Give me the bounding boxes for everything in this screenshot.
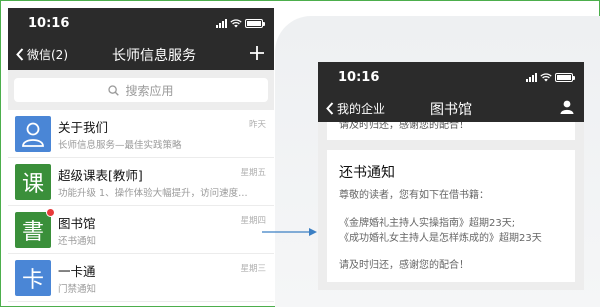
profile-icon[interactable] [560, 100, 574, 114]
signal-icon [526, 73, 537, 82]
avatar-glyph: 卡 [21, 268, 44, 293]
item-time: 昨天 [248, 120, 266, 130]
unread-badge [46, 208, 55, 217]
card-title: 还书通知 [339, 165, 395, 181]
item-time: 星期三 [240, 264, 266, 274]
battery-icon [555, 73, 575, 82]
back-label: 微信(2) [27, 48, 68, 62]
search-placeholder: 搜索应用 [125, 83, 174, 98]
item-name: 关于我们 [58, 120, 109, 135]
chevron-left-icon [16, 48, 24, 61]
status-time: 10:16 [28, 16, 70, 31]
avatar: 書 [15, 208, 55, 248]
list-item-library[interactable]: 書 图书馆 还书通知 星期四 [8, 206, 274, 254]
item-subtitle: 门禁通知 [58, 284, 97, 295]
list-item-card[interactable]: 卡 一卡通 门禁通知 星期三 [8, 254, 274, 302]
app-list: 关于我们 长师信息服务—最佳实践策略 昨天 课 超级课表[教师] 功能升级 1、… [8, 110, 274, 302]
book-line: 《成功婚礼女主持人是怎样炼成的》超期23天 [339, 233, 542, 244]
avatar: 卡 [15, 260, 51, 296]
nav-bar: 10:16 我的企业 图书馆 [318, 62, 584, 122]
item-time: 星期四 [240, 216, 266, 226]
notification-card[interactable]: 还书通知 尊敬的读者，您有如下在借书籍： 《金牌婚礼主持人实操指南》超期23天;… [327, 150, 575, 282]
avatar: 课 [15, 164, 51, 200]
previous-message-text: 请及时归还，感谢您的配合！ [339, 122, 469, 131]
item-subtitle: 还书通知 [58, 236, 97, 247]
chevron-left-icon [326, 102, 334, 115]
status-time: 10:16 [338, 70, 380, 85]
avatar [15, 116, 51, 152]
status-indicators [526, 73, 575, 82]
back-label: 我的企业 [337, 102, 386, 116]
book-line: 《金牌婚礼主持人实操指南》超期23天; [339, 218, 516, 229]
card-closing: 请及时归还，感谢您的配合！ [339, 260, 469, 271]
back-button[interactable]: 微信(2) [16, 46, 68, 63]
app-list-screen: 10:16 微信(2) 长师信息服务 搜索应用 关于我们 长师信息服务—最佳实践… [8, 8, 274, 302]
back-button[interactable]: 我的企业 [326, 100, 385, 117]
wifi-icon [540, 73, 552, 82]
item-name: 一卡通 [58, 264, 96, 279]
list-item-timetable[interactable]: 课 超级课表[教师] 功能升级 1、操作体验大幅提升，访问速度… 星期五 [8, 158, 274, 206]
item-name: 超级课表[教师] [58, 168, 143, 183]
nav-bar: 10:16 微信(2) 长师信息服务 [8, 8, 274, 70]
add-icon[interactable] [250, 46, 264, 60]
item-subtitle: 功能升级 1、操作体验大幅提升，访问速度… [58, 188, 248, 199]
avatar-glyph: 课 [21, 172, 44, 197]
item-name: 图书馆 [58, 216, 96, 231]
wifi-icon [230, 19, 242, 28]
person-icon [22, 122, 44, 147]
battery-icon [245, 19, 265, 28]
arrow-right-icon [262, 228, 317, 236]
card-greeting: 尊敬的读者，您有如下在借书籍： [339, 190, 489, 201]
status-indicators [216, 19, 265, 28]
list-item-about-us[interactable]: 关于我们 长师信息服务—最佳实践策略 昨天 [8, 110, 274, 158]
library-message-screen: 10:16 我的企业 图书馆 请及时归还，感谢您的配合！ 还书通知 尊敬的读者，… [318, 62, 584, 290]
page-title: 图书馆 [430, 102, 472, 118]
search-icon [108, 84, 120, 96]
item-time: 星期五 [240, 168, 266, 178]
item-subtitle: 长师信息服务—最佳实践策略 [58, 140, 182, 151]
search-input[interactable]: 搜索应用 [14, 78, 268, 102]
page-title: 长师信息服务 [112, 48, 196, 64]
previous-message-card: 请及时归还，感谢您的配合！ [327, 122, 575, 140]
avatar-glyph: 書 [21, 220, 44, 245]
signal-icon [216, 19, 227, 28]
